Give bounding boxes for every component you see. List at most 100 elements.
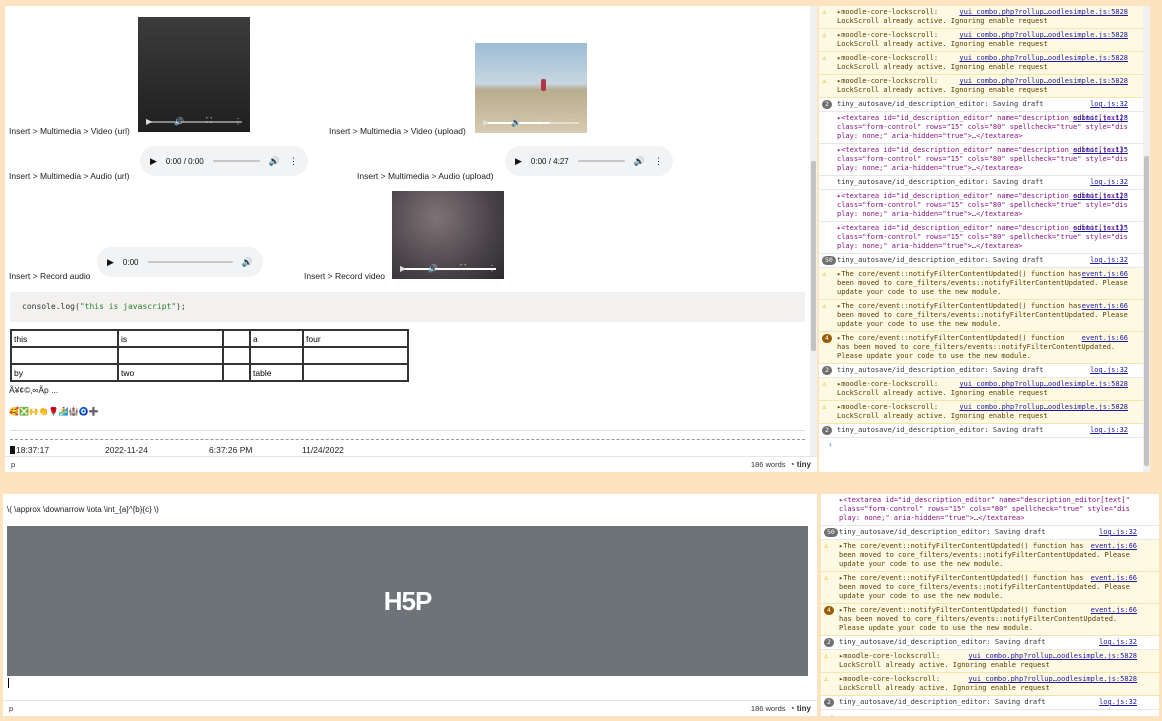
console-message[interactable]: 2 log.js:32 tiny_autosave/id_description_e… bbox=[819, 364, 1150, 378]
editor-content-bottom[interactable]: \( \approx \downarrow \iota \int_{a}^{b}… bbox=[3, 494, 817, 716]
source-link[interactable]: event.js:66 bbox=[1082, 302, 1128, 311]
source-link[interactable]: yui_combo.php?rollup…oodlesimple.js:5828 bbox=[959, 403, 1128, 412]
source-link[interactable]: log.js:32 bbox=[1099, 638, 1137, 647]
volume-icon[interactable]: 🔊 bbox=[242, 257, 253, 268]
source-link[interactable]: submit.js:135 bbox=[1073, 146, 1128, 155]
play-icon[interactable]: ▶ bbox=[400, 264, 406, 273]
console-prompt[interactable]: › bbox=[821, 710, 1159, 716]
console-message[interactable]: ⚠ event.js:66 ▸The core/event::notifyFilte… bbox=[819, 268, 1150, 300]
content-table[interactable]: this is a four by two table bbox=[10, 329, 409, 382]
play-icon[interactable]: ▶ bbox=[483, 118, 489, 127]
source-link[interactable]: yui_combo.php?rollup…oodlesimple.js:5828 bbox=[959, 31, 1128, 40]
tiny-logo[interactable]: ◔ tiny bbox=[790, 460, 811, 469]
editor-scrollbar[interactable] bbox=[810, 6, 817, 456]
play-icon[interactable]: ▶ bbox=[146, 117, 152, 126]
console-message[interactable]: submit.js:128 ▸<textarea id="id_descripti… bbox=[819, 190, 1150, 222]
source-link[interactable]: yui_combo.php?rollup…oodlesimple.js:5828 bbox=[968, 652, 1137, 661]
console-scrollbar[interactable] bbox=[1143, 6, 1150, 472]
source-link[interactable]: log.js:32 bbox=[1099, 528, 1137, 537]
console-message[interactable]: ⚠ yui_combo.php?rollup…oodlesimple.js:582… bbox=[819, 401, 1150, 424]
console-message[interactable]: ⚠ yui_combo.php?rollup…oodlesimple.js:582… bbox=[821, 650, 1159, 673]
more-icon[interactable]: ⋮ bbox=[571, 118, 579, 127]
table-cell[interactable]: four bbox=[302, 329, 409, 348]
more-icon[interactable]: ⋮ bbox=[289, 156, 298, 167]
h5p-content[interactable]: H5P bbox=[7, 526, 808, 676]
table-cell[interactable]: is bbox=[117, 329, 224, 348]
console-message[interactable]: ⚠ yui_combo.php?rollup…oodlesimple.js:582… bbox=[819, 29, 1150, 52]
console-message[interactable]: 2 log.js:32 tiny_autosave/id_description_e… bbox=[821, 636, 1159, 650]
source-link[interactable]: log.js:32 bbox=[1090, 366, 1128, 375]
source-link[interactable]: event.js:66 bbox=[1091, 542, 1137, 551]
play-icon[interactable]: ▶ bbox=[150, 156, 157, 167]
source-link[interactable]: yui_combo.php?rollup…oodlesimple.js:5828 bbox=[968, 675, 1137, 684]
table-cell[interactable] bbox=[117, 346, 224, 365]
table-cell[interactable] bbox=[302, 363, 409, 382]
word-count[interactable]: 186 words bbox=[751, 460, 786, 469]
audio-progress[interactable] bbox=[577, 160, 625, 162]
console-message[interactable]: ⚠ yui_combo.php?rollup…oodlesimple.js:582… bbox=[819, 6, 1150, 29]
record-video-player[interactable]: ▶ 🔊 ⛶ ⋮ bbox=[392, 191, 504, 279]
fullscreen-icon[interactable]: ⛶ bbox=[206, 116, 212, 126]
console-message[interactable]: 50 log.js:32 tiny_autosave/id_description_… bbox=[819, 254, 1150, 268]
table-cell[interactable]: a bbox=[249, 329, 304, 348]
source-link[interactable]: log.js:32 bbox=[1090, 100, 1128, 109]
console-message[interactable]: ⚠ yui_combo.php?rollup…oodlesimple.js:582… bbox=[821, 673, 1159, 696]
audio-progress[interactable] bbox=[212, 160, 260, 162]
console-message[interactable]: ▸<textarea id="id_description_editor" na… bbox=[821, 494, 1159, 526]
volume-icon[interactable]: 🔊 bbox=[634, 156, 645, 167]
audio-url-player[interactable]: ▶ 0:00 / 0:00 🔊 ⋮ bbox=[140, 146, 308, 176]
source-link[interactable]: log.js:32 bbox=[1090, 178, 1128, 187]
source-link[interactable]: event.js:66 bbox=[1091, 606, 1137, 615]
scrollbar-thumb[interactable] bbox=[1144, 156, 1149, 466]
source-link[interactable]: event.js:66 bbox=[1082, 270, 1128, 279]
table-cell[interactable]: this bbox=[10, 329, 119, 348]
fullscreen-icon[interactable]: ⛶ bbox=[543, 117, 549, 127]
source-link[interactable]: yui_combo.php?rollup…oodlesimple.js:5828 bbox=[959, 77, 1128, 86]
code-block[interactable]: console.log("this is javascript"); bbox=[10, 292, 805, 322]
devtools-console-bottom[interactable]: ▸<textarea id="id_description_editor" na… bbox=[821, 494, 1159, 716]
console-message[interactable]: 2 log.js:32 tiny_autosave/id_description_e… bbox=[821, 696, 1159, 710]
console-message[interactable]: ⚠ event.js:66 ▸The core/event::notifyFilte… bbox=[821, 540, 1159, 572]
console-message[interactable]: ⚠ yui_combo.php?rollup…oodlesimple.js:582… bbox=[819, 75, 1150, 98]
table-cell[interactable]: by bbox=[10, 363, 119, 382]
source-link[interactable]: yui_combo.php?rollup…oodlesimple.js:5828 bbox=[959, 380, 1128, 389]
more-icon[interactable]: ⋮ bbox=[654, 156, 663, 167]
console-message[interactable]: ⚠ yui_combo.php?rollup…oodlesimple.js:582… bbox=[819, 378, 1150, 401]
console-message[interactable]: submit.js:128 ▸<textarea id="id_descripti… bbox=[819, 112, 1150, 144]
console-prompt[interactable]: › bbox=[819, 438, 1150, 451]
source-link[interactable]: yui_combo.php?rollup…oodlesimple.js:5828 bbox=[959, 8, 1128, 17]
more-icon[interactable]: ⋮ bbox=[488, 264, 496, 273]
console-message[interactable]: ⚠ yui_combo.php?rollup…oodlesimple.js:582… bbox=[819, 52, 1150, 75]
more-icon[interactable]: ⋮ bbox=[234, 117, 242, 126]
source-link[interactable]: event.js:66 bbox=[1082, 334, 1128, 343]
table-cell[interactable] bbox=[10, 346, 119, 365]
table-cell[interactable]: two bbox=[117, 363, 224, 382]
video-url-player[interactable]: ▶ 🔊 ⛶ ⋮ bbox=[138, 17, 250, 132]
source-link[interactable]: submit.js:128 bbox=[1073, 192, 1128, 201]
volume-icon[interactable]: 🔊 bbox=[428, 264, 438, 273]
console-message[interactable]: submit.js:135 ▸<textarea id="id_descripti… bbox=[819, 222, 1150, 254]
source-link[interactable]: event.js:66 bbox=[1091, 574, 1137, 583]
source-link[interactable]: log.js:32 bbox=[1090, 426, 1128, 435]
console-message[interactable]: ⚠ event.js:66 ▸The core/event::notifyFilte… bbox=[819, 300, 1150, 332]
console-message[interactable]: 4 event.js:66 ▸The core/event::notifyFilte… bbox=[821, 604, 1159, 636]
console-message[interactable]: 4 event.js:66 ▸The core/event::notifyFilte… bbox=[819, 332, 1150, 364]
audio-progress[interactable] bbox=[147, 261, 233, 263]
record-audio-player[interactable]: ▶ 0:00 🔊 bbox=[97, 247, 263, 277]
volume-icon[interactable]: 🔊 bbox=[174, 117, 184, 126]
element-path[interactable]: p bbox=[9, 704, 13, 713]
audio-upload-player[interactable]: ▶ 0:00 / 4:27 🔊 ⋮ bbox=[505, 146, 673, 176]
source-link[interactable]: yui_combo.php?rollup…oodlesimple.js:5828 bbox=[959, 54, 1128, 63]
console-message[interactable]: 50 log.js:32 tiny_autosave/id_description_… bbox=[821, 526, 1159, 540]
table-cell[interactable]: table bbox=[249, 363, 304, 382]
scrollbar-thumb[interactable] bbox=[811, 161, 816, 351]
console-message[interactable]: submit.js:135 ▸<textarea id="id_descripti… bbox=[819, 144, 1150, 176]
source-link[interactable]: log.js:32 bbox=[1090, 256, 1128, 265]
source-link[interactable]: submit.js:135 bbox=[1073, 224, 1128, 233]
editor-content-top[interactable]: ▶ 🔊 ⛶ ⋮ Insert > Multimedia > Video (url) ▶… bbox=[5, 6, 817, 472]
fullscreen-icon[interactable]: ⛶ bbox=[460, 263, 466, 273]
word-count[interactable]: 186 words bbox=[751, 704, 786, 713]
table-cell[interactable] bbox=[222, 346, 251, 365]
video-upload-player[interactable]: ▶ 🔊 ⛶ ⋮ bbox=[475, 43, 587, 133]
source-link[interactable]: submit.js:128 bbox=[1073, 114, 1128, 123]
